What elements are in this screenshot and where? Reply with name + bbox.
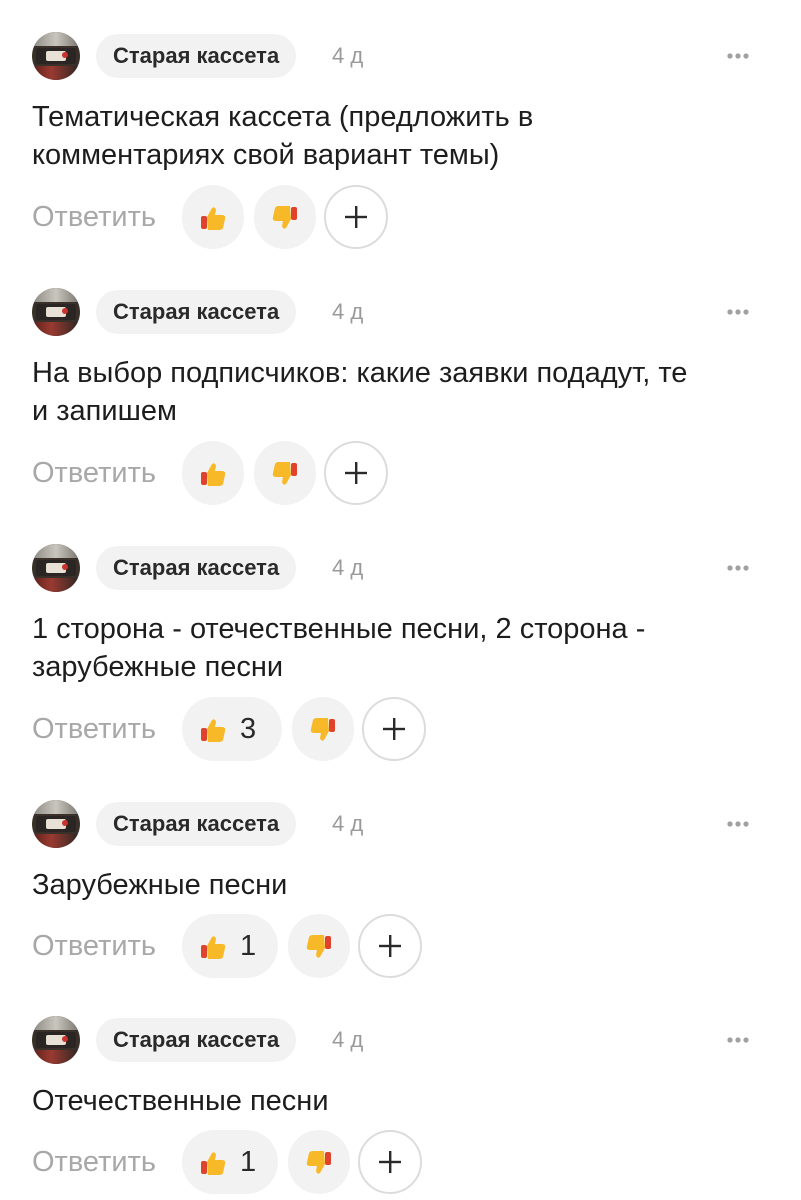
thumbs-up-icon — [201, 719, 226, 742]
comment-text-line: 1 сторона - отечественные песни, 2 сторо… — [32, 613, 646, 645]
reply-button[interactable]: Ответить — [32, 697, 156, 761]
thumbs-up-icon — [201, 936, 226, 959]
more-dots-icon[interactable] — [720, 558, 756, 578]
comment-text: 1 сторона - отечественные песни, 2 сторо… — [32, 610, 772, 686]
more-dots-icon[interactable] — [720, 302, 756, 322]
plus-icon — [345, 462, 367, 484]
comment-timestamp: 4 д — [332, 43, 364, 68]
dislike-button[interactable] — [288, 1130, 350, 1194]
author-name[interactable]: Старая кассета — [96, 546, 297, 590]
add-reaction-button[interactable] — [324, 441, 388, 505]
reply-button[interactable]: Ответить — [32, 441, 156, 505]
author-name[interactable]: Старая кассета — [96, 1018, 297, 1062]
reply-button[interactable]: Ответить — [32, 185, 156, 249]
comment-text-line: зарубежные песни — [32, 651, 284, 683]
author-name[interactable]: Старая кассета — [96, 802, 297, 846]
reply-button[interactable]: Ответить — [32, 914, 156, 978]
comment-timestamp: 4 д — [332, 811, 364, 836]
avatar[interactable] — [32, 32, 80, 80]
like-count: 3 — [240, 713, 257, 745]
avatar[interactable] — [32, 800, 80, 848]
dislike-button[interactable] — [254, 185, 316, 249]
add-reaction-button[interactable] — [358, 1130, 422, 1194]
comment-header: Старая кассета 4 д — [0, 1016, 801, 1066]
thumbs-down-icon — [272, 206, 297, 229]
more-dots-icon[interactable] — [720, 46, 756, 66]
comment-actions: Ответить 1 — [0, 1130, 801, 1194]
comment-actions: Ответить — [0, 185, 801, 249]
comment-text-line: Зарубежные песни — [32, 869, 288, 901]
comment-text-line: комментариях свой вариант темы) — [32, 139, 500, 171]
comment-timestamp: 4 д — [332, 299, 364, 324]
comment-header: Старая кассета 4 д — [0, 288, 801, 338]
thumbs-down-icon — [310, 718, 335, 741]
comment-text: Отечественные песни — [32, 1082, 772, 1120]
comment-text: Зарубежные песни — [32, 866, 772, 904]
avatar[interactable] — [32, 1016, 80, 1064]
like-button[interactable] — [182, 441, 244, 505]
thumbs-down-icon — [306, 935, 331, 958]
comment-header: Старая кассета 4 д — [0, 32, 801, 82]
comment-text: Тематическая кассета (предложить в комме… — [32, 98, 772, 174]
add-reaction-button[interactable] — [324, 185, 388, 249]
thumbs-up-icon — [201, 1152, 226, 1175]
like-count: 1 — [240, 1146, 257, 1178]
like-button[interactable]: 1 — [182, 1130, 278, 1194]
comment-actions: Ответить — [0, 441, 801, 505]
comment-text-line: На выбор подписчиков: какие заявки подад… — [32, 357, 688, 389]
like-button[interactable]: 3 — [182, 697, 282, 761]
plus-icon — [345, 206, 367, 228]
plus-icon — [379, 1151, 401, 1173]
dislike-button[interactable] — [254, 441, 316, 505]
reply-button[interactable]: Ответить — [32, 1130, 156, 1194]
comment-text-line: Отечественные песни — [32, 1085, 329, 1117]
comment-timestamp: 4 д — [332, 1027, 364, 1052]
comment-header: Старая кассета 4 д — [0, 800, 801, 850]
comment-header: Старая кассета 4 д — [0, 544, 801, 594]
like-button[interactable] — [182, 185, 244, 249]
author-name[interactable]: Старая кассета — [96, 34, 297, 78]
like-button[interactable]: 1 — [182, 914, 278, 978]
plus-icon — [379, 935, 401, 957]
thumbs-up-icon — [201, 463, 226, 486]
avatar[interactable] — [32, 288, 80, 336]
author-name[interactable]: Старая кассета — [96, 290, 297, 334]
comment-text-line: Тематическая кассета (предложить в — [32, 101, 534, 133]
comment-text: На выбор подписчиков: какие заявки подад… — [32, 354, 772, 430]
thumbs-up-icon — [201, 207, 226, 230]
dislike-button[interactable] — [288, 914, 350, 978]
more-dots-icon[interactable] — [720, 814, 756, 834]
avatar[interactable] — [32, 544, 80, 592]
add-reaction-button[interactable] — [358, 914, 422, 978]
plus-icon — [383, 718, 405, 740]
thumbs-down-icon — [306, 1151, 331, 1174]
like-count: 1 — [240, 930, 257, 962]
comment-timestamp: 4 д — [332, 555, 364, 580]
add-reaction-button[interactable] — [362, 697, 426, 761]
comment-actions: Ответить 3 — [0, 697, 801, 761]
dislike-button[interactable] — [292, 697, 354, 761]
comment-actions: Ответить 1 — [0, 914, 801, 978]
comment-text-line: и запишем — [32, 395, 177, 427]
thumbs-down-icon — [272, 462, 297, 485]
more-dots-icon[interactable] — [720, 1030, 756, 1050]
